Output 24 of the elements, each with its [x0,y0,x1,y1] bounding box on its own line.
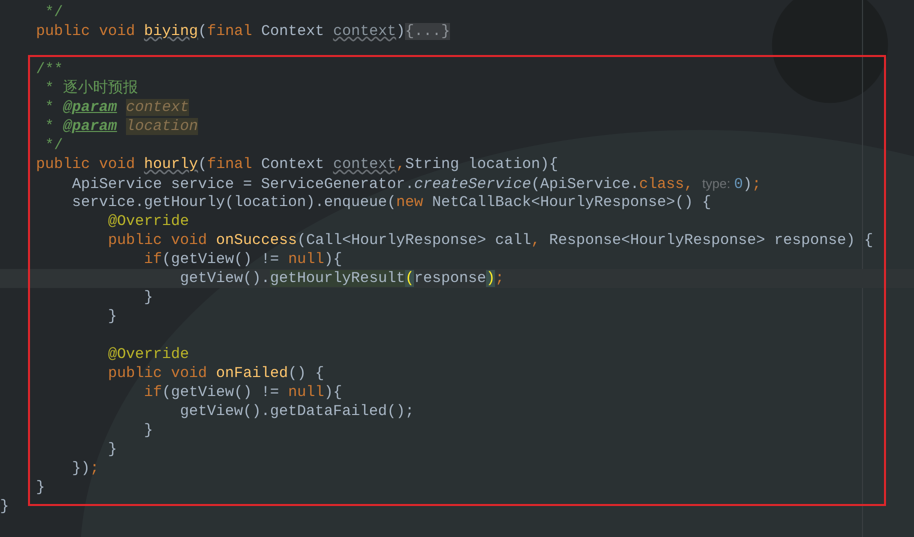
code-line: public void onSuccess(Call<HourlyResponse> call, Response<HourlyResponse> response) { [107,231,874,250]
code-line: * @param location [44,117,200,136]
code-line: /** [35,60,64,79]
code-line: @Override [107,345,190,364]
code-line: } [0,497,10,516]
code-line: public void biying(final Context context){...} [35,22,452,41]
code-line: @Override [107,212,190,231]
code-line: getView().getDataFailed(); [179,402,416,421]
code-line: * 逐小时预报 [44,79,140,98]
code-line: if(getView() != null){ [143,383,344,402]
code-line: */ [44,136,64,155]
code-line: * @param context [44,98,190,117]
code-line: public void onFailed() { [107,364,326,383]
code-line: } [35,478,46,497]
code-line: } [107,440,118,459]
code-line: service.getHourly(location).enqueue(new NetCallBack<HourlyResponse>() { [71,193,712,212]
code-line: */ [44,3,64,22]
code-line: } [143,288,154,307]
code-line: } [143,421,154,440]
code-line: public void hourly(final Context context,String location){ [35,155,560,174]
code-line: ApiService service = ServiceGenerator.createService(ApiService.class, type: 0); [71,175,762,193]
code-line: } [107,307,118,326]
code-line: if(getView() != null){ [143,250,344,269]
code-line: }); [71,459,100,478]
